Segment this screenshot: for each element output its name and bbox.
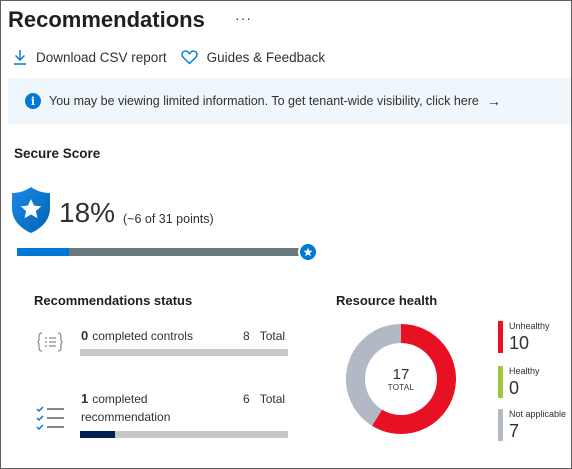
heart-icon	[180, 49, 198, 64]
completed-controls-text: completed controls	[92, 329, 193, 343]
legend-healthy-value: 0	[509, 378, 520, 398]
download-icon	[14, 50, 26, 65]
arrow-right-icon[interactable]: →	[487, 93, 501, 109]
completed-recommendation-text: completed	[92, 392, 148, 406]
secure-score-title: Secure Score	[14, 146, 101, 161]
recommendations-total-count: 6	[243, 392, 250, 406]
recommendations-progress-bar	[80, 431, 288, 438]
download-csv-button[interactable]: Download CSV report	[13, 49, 167, 65]
legend-not-applicable-value: 7	[509, 421, 520, 441]
secure-score-points: (~6 of 31 points)	[123, 212, 214, 226]
legend-healthy-swatch	[498, 366, 503, 398]
completed-controls-count: 0	[81, 328, 89, 343]
guides-feedback-label: Guides & Feedback	[206, 49, 326, 65]
resource-health-title: Resource health	[336, 293, 438, 308]
completed-recommendation-count: 1	[81, 391, 89, 406]
secure-score-bar-fill	[17, 248, 70, 256]
legend-unhealthy-swatch	[498, 321, 503, 353]
legend-not-applicable-label: Not applicable	[509, 409, 567, 419]
donut-center: 17 TOTAL	[345, 323, 457, 435]
shield-star-icon	[12, 187, 50, 233]
recommendations-progress-fill	[80, 431, 115, 438]
recommendations-total-label: Total	[259, 392, 286, 406]
controls-progress-bar	[80, 349, 288, 356]
resource-total-count: 17	[392, 366, 410, 383]
checklist-icon	[36, 406, 64, 431]
page-title: Recommendations	[8, 7, 205, 32]
resource-health-donut[interactable]: 17 TOTAL	[345, 323, 457, 435]
completed-controls-label: 0 completed controls	[81, 328, 193, 343]
completed-recommendation-label: 1 completed	[81, 391, 148, 406]
info-icon: i	[25, 93, 41, 109]
legend-not-applicable-swatch	[498, 409, 503, 441]
guides-feedback-button[interactable]: Guides & Feedback	[180, 49, 326, 65]
legend-healthy-label: Healthy	[509, 366, 540, 376]
resource-total-label: TOTAL	[387, 383, 415, 392]
recommendations-status-title: Recommendations status	[34, 293, 193, 308]
recommendations-total: 6 Total	[243, 392, 285, 406]
secure-score-percent: 18%	[59, 197, 116, 228]
controls-total-label: Total	[259, 329, 286, 343]
recommendations-pane: Recommendations ··· Download CSV report …	[0, 0, 572, 469]
secure-score-bar	[17, 248, 307, 256]
controls-list-icon	[37, 332, 63, 352]
more-options-button[interactable]: ···	[235, 10, 252, 26]
completed-recommendation-label-2: recommendation	[81, 410, 171, 424]
controls-total-count: 8	[243, 329, 250, 343]
banner-text[interactable]: You may be viewing limited information. …	[49, 94, 479, 108]
legend-unhealthy-label: Unhealthy	[509, 321, 550, 331]
info-banner[interactable]: i You may be viewing limited information…	[8, 78, 571, 124]
toolbar: Download CSV report Guides & Feedback	[13, 44, 339, 70]
download-csv-label: Download CSV report	[36, 49, 167, 65]
star-marker-icon	[298, 242, 318, 262]
controls-total: 8 Total	[243, 329, 285, 343]
title-row: Recommendations	[8, 3, 205, 37]
legend-unhealthy-value: 10	[509, 333, 530, 353]
